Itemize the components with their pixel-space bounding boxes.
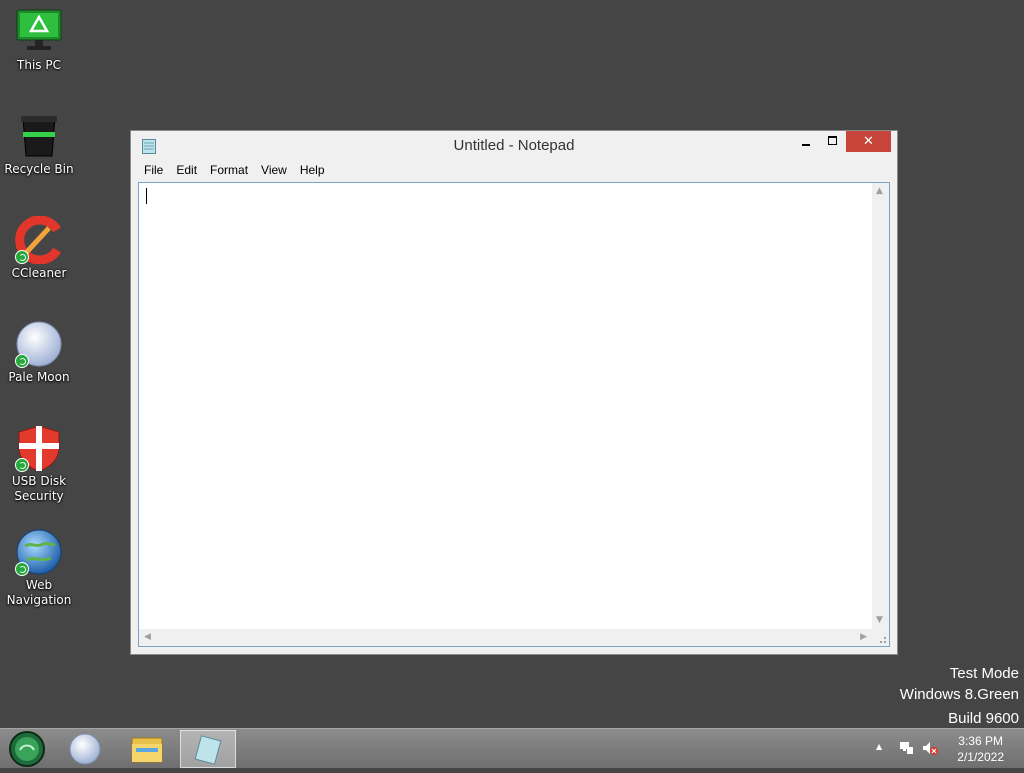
taskbar-notepad[interactable] [180,730,236,768]
text-editor[interactable]: ▲ ▼ ◀ ▶ [138,182,890,647]
clock[interactable]: 3:36 PM 2/1/2022 [957,733,1004,765]
shortcut-badge-icon [15,354,29,368]
desktop-icon-label: This PC [17,58,61,72]
desktop-icon-web-navigation[interactable]: Web Navigation [0,528,78,608]
desktop-icon-ccleaner[interactable]: CCleaner [0,215,78,281]
shortcut-badge-icon [15,458,29,472]
taskbar-file-explorer[interactable] [119,730,175,768]
close-button[interactable]: ✕ [846,131,891,152]
recycle-bin-icon [15,112,63,160]
desktop-icon-this-pc[interactable]: This PC [0,8,78,73]
show-hidden-icons-icon[interactable]: ▲ [876,742,882,751]
desktop-icon-label: Pale Moon [8,370,70,384]
volume-muted-icon[interactable] [921,740,939,760]
desktop-icon-recycle-bin[interactable]: Recycle Bin [0,112,78,177]
this-pc-icon [15,8,63,56]
menu-edit[interactable]: Edit [170,161,203,179]
clock-date: 2/1/2022 [957,750,1004,764]
watermark-build: Build 9600 [948,710,1019,727]
desktop-icon-pale-moon[interactable]: Pale Moon [0,320,78,385]
desktop-icon-label: CCleaner [11,266,67,280]
window-title: Untitled - Notepad [453,137,575,154]
web-navigation-icon [15,528,63,576]
usb-disk-security-icon [15,424,63,472]
scroll-up-icon[interactable]: ▲ [876,187,883,196]
start-button[interactable] [0,730,56,768]
desktop-icon-label: USB Disk Security [11,474,67,503]
menu-file[interactable]: File [138,161,169,179]
text-caret [146,188,147,204]
menu-help[interactable]: Help [294,161,331,179]
taskbar: ▲ 3:36 PM 2/1/2022 [0,728,1024,768]
close-icon: ✕ [863,134,874,149]
title-bar[interactable]: Untitled - Notepad ✕ [131,131,897,161]
desktop-icon-label: Recycle Bin [4,162,74,176]
menu-format[interactable]: Format [204,161,254,179]
menu-view[interactable]: View [255,161,293,179]
clock-time: 3:36 PM [958,734,1003,748]
pale-moon-icon [15,320,63,368]
maximize-button[interactable] [820,131,846,152]
desktop-icon-usb-disk-security[interactable]: USB Disk Security [0,424,78,504]
scroll-left-icon[interactable]: ◀ [144,633,151,642]
taskbar-pale-moon[interactable] [57,730,113,768]
shortcut-badge-icon [15,562,29,576]
notepad-window: Untitled - Notepad ✕ File Edit Format View H… [130,130,898,655]
menu-bar: File Edit Format View Help [138,161,332,181]
ccleaner-icon [15,215,63,265]
resize-grip-icon[interactable] [872,629,889,646]
network-icon[interactable] [898,740,914,760]
shortcut-badge-icon [15,250,29,264]
scroll-right-icon[interactable]: ▶ [860,633,867,642]
scroll-down-icon[interactable]: ▼ [876,616,883,625]
watermark-test-mode: Test Mode [949,665,1019,682]
watermark-windows-version: Windows 8.Green [899,686,1019,703]
horizontal-scrollbar[interactable]: ◀ ▶ [139,629,872,646]
vertical-scrollbar[interactable]: ▲ ▼ [872,183,889,629]
minimize-button[interactable] [793,131,819,152]
desktop-icon-label: Web Navigation [6,578,72,607]
